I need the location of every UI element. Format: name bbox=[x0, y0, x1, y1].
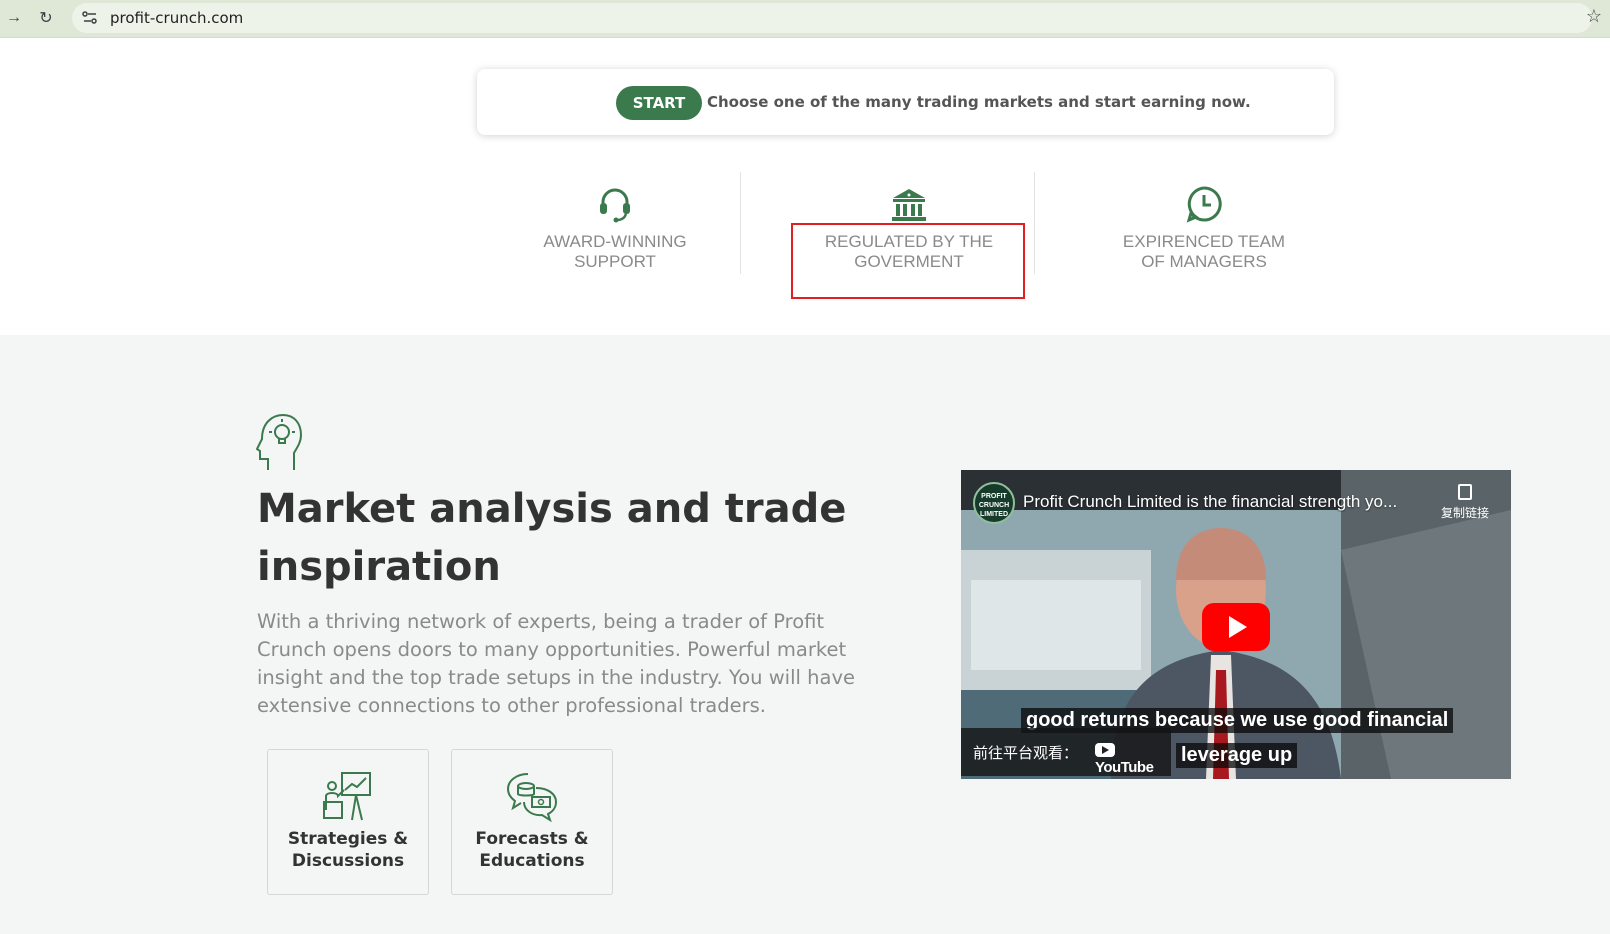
card-strategies[interactable]: Strategies & Discussions bbox=[267, 749, 429, 895]
play-button[interactable] bbox=[1202, 603, 1270, 651]
youtube-video-embed[interactable]: PROFIT CRUNCH LIMITED Profit Crunch Limi… bbox=[961, 470, 1511, 779]
browser-toolbar: → ↻ profit-crunch.com ☆ bbox=[0, 0, 1610, 38]
idea-head-icon bbox=[256, 413, 302, 470]
youtube-logo[interactable]: YouTube bbox=[1095, 742, 1171, 776]
feature-label: AWARD-WINNING SUPPORT bbox=[543, 232, 687, 271]
feature-managers: EXPIRENCED TEAM OF MANAGERS bbox=[1058, 172, 1350, 274]
feature-divider bbox=[1034, 172, 1035, 274]
video-title[interactable]: Profit Crunch Limited is the financial s… bbox=[1023, 492, 1423, 512]
watch-on-label: 前往平台观看： bbox=[973, 744, 1079, 762]
url-text[interactable]: profit-crunch.com bbox=[110, 9, 243, 27]
bookmark-star-icon[interactable]: ☆ bbox=[1586, 6, 1602, 27]
money-chat-icon bbox=[506, 773, 558, 822]
section-title: Market analysis and trade inspiration bbox=[257, 486, 847, 590]
feature-label: EXPIRENCED TEAM OF MANAGERS bbox=[1122, 232, 1286, 271]
copy-link-label: 复制链接 bbox=[1440, 506, 1489, 520]
youtube-label: YouTube bbox=[1095, 759, 1154, 776]
start-button[interactable]: START bbox=[616, 86, 702, 120]
forward-arrow-icon[interactable]: → bbox=[2, 6, 26, 30]
headset-icon bbox=[600, 188, 630, 223]
youtube-play-icon bbox=[1095, 743, 1115, 757]
copy-icon bbox=[1457, 484, 1472, 500]
channel-avatar[interactable]: PROFIT CRUNCH LIMITED bbox=[973, 482, 1015, 524]
section-description: With a thriving network of experts, bein… bbox=[257, 610, 855, 717]
reload-icon[interactable]: ↻ bbox=[34, 6, 58, 30]
start-banner: START Choose one of the many trading mar… bbox=[477, 69, 1334, 135]
card-forecasts[interactable]: Forecasts & Educations bbox=[451, 749, 613, 895]
presentation-chart-icon bbox=[323, 772, 371, 821]
card-label: Forecasts & Educations bbox=[475, 829, 589, 871]
subtitle-line-2: leverage up bbox=[1176, 743, 1298, 768]
site-settings-icon[interactable] bbox=[82, 11, 98, 25]
card-label: Strategies & Discussions bbox=[287, 829, 409, 871]
feature-support: AWARD-WINNING SUPPORT bbox=[469, 172, 761, 274]
highlight-annotation-box bbox=[791, 223, 1025, 299]
bank-icon bbox=[892, 189, 926, 221]
copy-link-button[interactable]: 复制链接 bbox=[1441, 484, 1489, 521]
feature-divider bbox=[740, 172, 741, 274]
clock-icon bbox=[1186, 186, 1222, 223]
watch-on-youtube-bar[interactable]: 前往平台观看： YouTube bbox=[961, 728, 1171, 776]
banner-text: Choose one of the many trading markets a… bbox=[707, 93, 1251, 111]
address-bar[interactable]: profit-crunch.com bbox=[72, 3, 1592, 33]
